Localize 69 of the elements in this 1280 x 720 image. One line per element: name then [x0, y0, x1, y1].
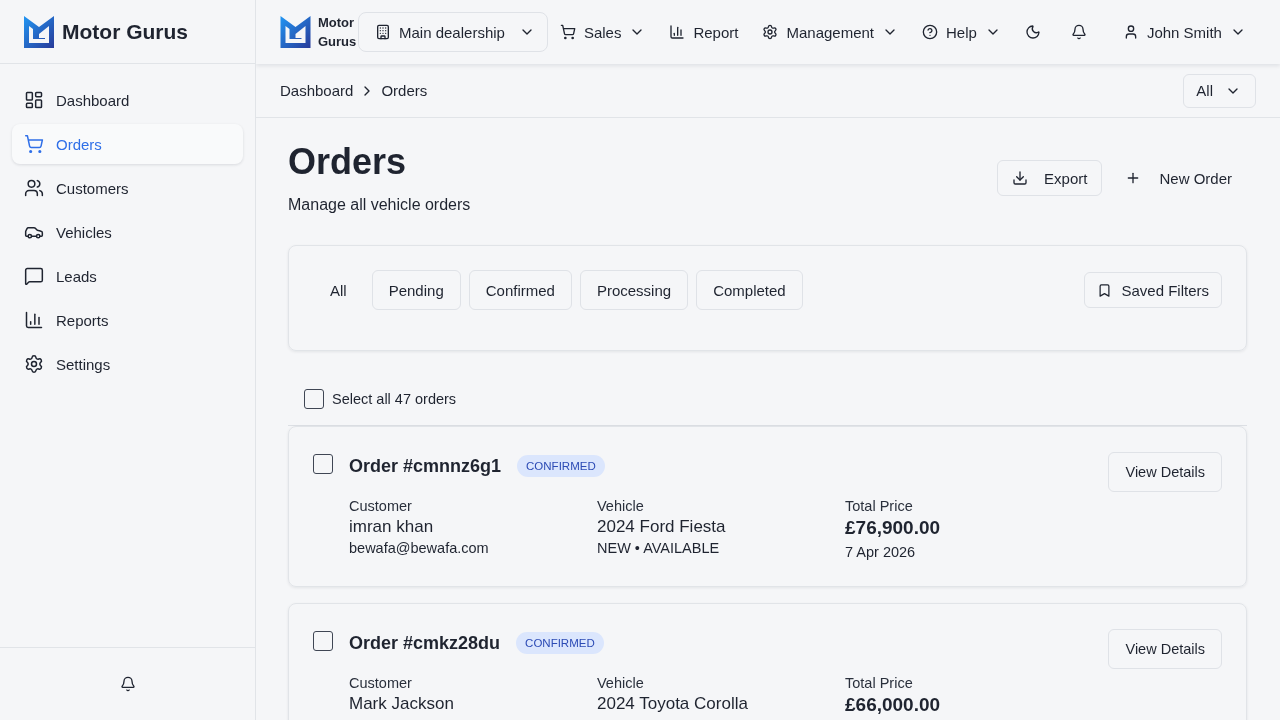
nav-menu-button[interactable]: Help: [910, 12, 1013, 52]
sidebar-item[interactable]: Orders: [12, 124, 243, 164]
field-label: Total Price: [845, 497, 913, 516]
moon-icon[interactable]: [1024, 24, 1041, 40]
order-number: Order #cmkz28du: [349, 632, 501, 654]
breadcrumb-link[interactable]: Dashboard: [280, 82, 354, 99]
status-badge: CONFIRMED: [517, 455, 605, 477]
users-icon: [24, 178, 44, 198]
cart-icon: [559, 24, 576, 40]
notification-bell-icon[interactable]: [119, 676, 136, 692]
sidebar-item[interactable]: Settings: [12, 344, 243, 384]
select-all-label: Select all 47 orders: [332, 391, 457, 407]
total-price: £76,900.00: [845, 516, 941, 540]
vehicle-status: NEW • AVAILABLE: [597, 539, 720, 558]
sidebar-item[interactable]: Leads: [12, 256, 243, 296]
logo-icon: [280, 16, 311, 48]
page-title: Orders: [288, 140, 408, 184]
vehicle-name: 2024 Ford Fiesta: [597, 516, 726, 538]
field-label: Customer: [349, 497, 412, 516]
order-number: Order #cmnnz6g1: [349, 455, 502, 477]
checkbox[interactable]: [304, 389, 324, 409]
view-details-button[interactable]: View Details: [1108, 629, 1222, 669]
filter-tab[interactable]: Confirmed: [468, 270, 572, 310]
bar-chart-icon: [669, 24, 686, 40]
customer-name: Mark Jackson: [349, 693, 454, 715]
help-icon: [922, 24, 939, 40]
nav-menu-button[interactable]: Sales: [547, 12, 658, 52]
brand-name: Motor Gurus: [318, 14, 358, 51]
building-icon: [375, 24, 391, 40]
view-details-button[interactable]: View Details: [1108, 452, 1222, 492]
checkbox[interactable]: [313, 631, 333, 651]
sidebar-item[interactable]: Vehicles: [12, 212, 243, 252]
order-date: 7 Apr 2026: [845, 543, 916, 562]
user-menu-button[interactable]: John Smith: [1110, 12, 1258, 52]
checkbox[interactable]: [313, 454, 333, 474]
settings-icon: [24, 354, 44, 374]
download-icon: [1012, 170, 1029, 186]
chat-bubble-icon: [24, 266, 44, 286]
field-label: Total Price: [845, 674, 913, 693]
bookmark-icon: [1097, 282, 1113, 298]
logo-icon: [24, 15, 54, 48]
vehicle-name: 2024 Toyota Corolla: [597, 693, 748, 715]
scope-select[interactable]: All: [1183, 73, 1256, 108]
cart-icon: [24, 134, 44, 154]
nav-menu-button[interactable]: Management: [750, 12, 911, 52]
saved-filters-button[interactable]: Saved Filters: [1084, 272, 1222, 308]
filter-tab[interactable]: Completed: [696, 270, 803, 310]
nav-menu-button[interactable]: Report: [657, 12, 751, 52]
total-price: £66,000.00: [845, 693, 941, 717]
bar-chart-icon: [24, 310, 44, 330]
filter-tab[interactable]: Processing: [579, 270, 689, 310]
field-label: Customer: [349, 674, 412, 693]
dealership-select[interactable]: Main dealership: [358, 12, 548, 52]
filter-tab[interactable]: Pending: [371, 270, 461, 310]
status-badge: CONFIRMED: [516, 632, 604, 654]
sidebar-item[interactable]: Reports: [12, 300, 243, 340]
dashboard-icon: [24, 90, 44, 110]
field-label: Vehicle: [597, 497, 644, 516]
customer-name: imran khan: [349, 516, 434, 538]
sidebar-item[interactable]: Dashboard: [12, 80, 243, 120]
brand-name: Motor Gurus: [62, 19, 188, 44]
field-label: Vehicle: [597, 674, 644, 693]
page-subtitle: Manage all vehicle orders: [288, 195, 471, 215]
notification-bell-icon[interactable]: [1070, 24, 1087, 40]
sidebar-item[interactable]: Customers: [12, 168, 243, 208]
export-button[interactable]: Export: [997, 160, 1103, 196]
breadcrumb-current: Orders: [381, 82, 428, 99]
settings-icon: [762, 24, 779, 40]
customer-email: bewafa@bewafa.com: [349, 539, 489, 558]
